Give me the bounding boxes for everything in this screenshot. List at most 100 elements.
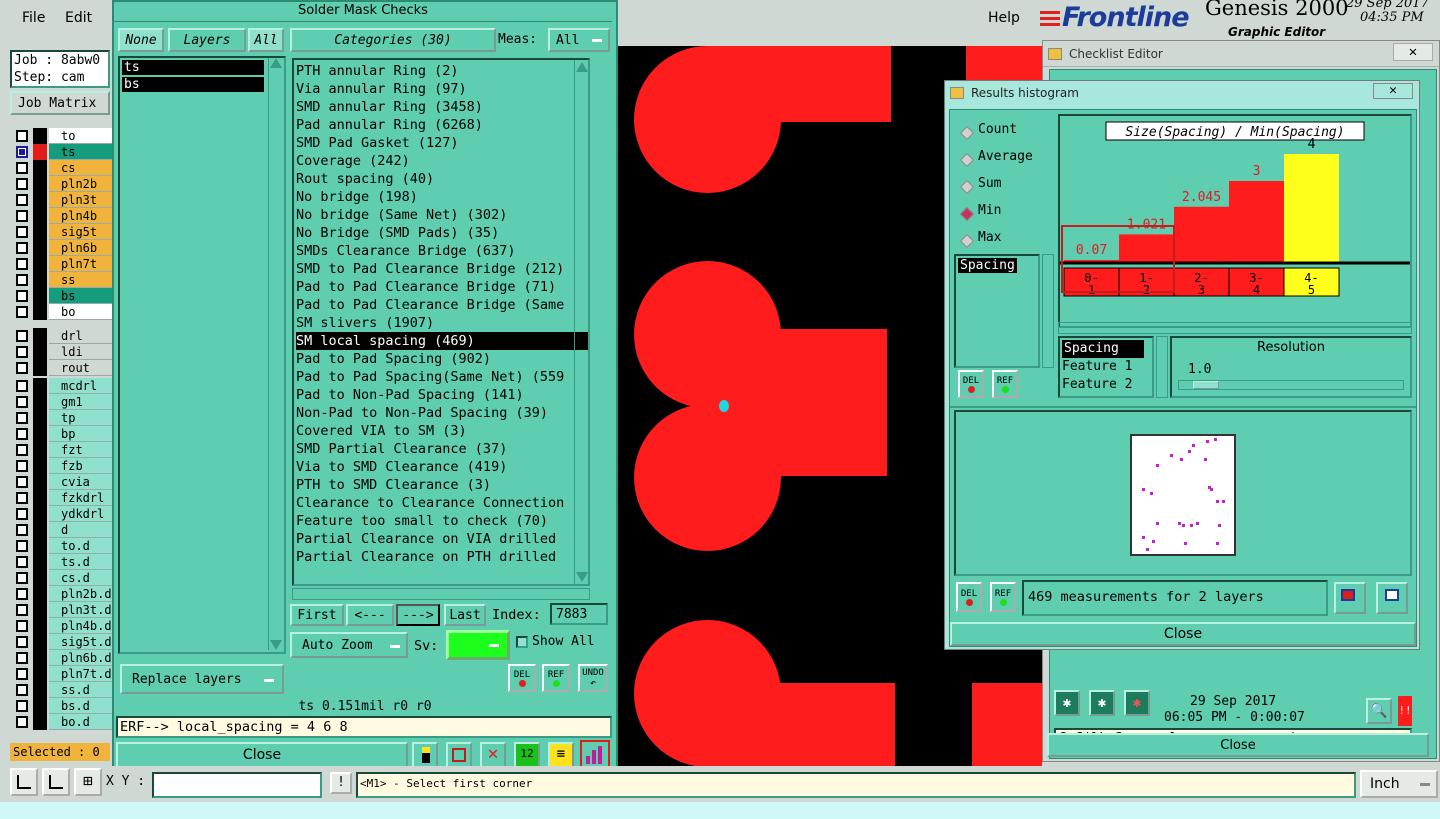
sm-layer-item[interactable]: ts [122, 60, 264, 75]
layer-name[interactable]: to.d [49, 538, 121, 554]
scrollbar[interactable] [268, 58, 282, 650]
layer-name[interactable]: gm1 [49, 394, 121, 410]
layer-name[interactable]: ss [49, 272, 121, 288]
category-item[interactable]: Partial Clearance on VIA drilled [296, 530, 556, 548]
close-icon[interactable]: ✕ [1373, 83, 1413, 99]
radio-average[interactable] [959, 152, 975, 168]
layer-row-pln2b[interactable]: pln2b [13, 176, 121, 192]
layers-button[interactable]: Layers [168, 28, 246, 52]
layer-name[interactable]: tp [49, 410, 121, 426]
layer-name[interactable]: cs.d [49, 570, 121, 586]
run-all-icon[interactable]: ✱ [1089, 690, 1115, 716]
layer-row-bs[interactable]: bs [13, 288, 121, 304]
scrollbar[interactable] [1042, 254, 1054, 368]
next-button[interactable]: ---> [396, 604, 440, 626]
layer-name[interactable]: bp [49, 426, 121, 442]
layer-checkbox[interactable] [16, 380, 28, 392]
layer-name[interactable]: bo [49, 304, 121, 320]
layer-checkbox[interactable] [16, 306, 28, 318]
layer-name[interactable]: sig5t [49, 224, 121, 240]
layer-checkbox[interactable] [16, 652, 28, 664]
layer-row-pln2b.d[interactable]: pln2b.d [13, 586, 121, 602]
layer-checkbox[interactable] [16, 716, 28, 728]
resolution-slider[interactable] [1178, 380, 1404, 390]
category-item[interactable]: SMD Partial Clearance (37) [296, 440, 507, 458]
category-item[interactable]: Pad to Pad Clearance Bridge (71) [296, 278, 556, 296]
radio-max[interactable] [959, 233, 975, 249]
layer-checkbox[interactable] [16, 460, 28, 472]
layer-name[interactable]: pln3t.d [49, 602, 121, 618]
layer-name[interactable]: ydkdrl [49, 506, 121, 522]
category-item[interactable]: Pad to Pad Spacing (902) [296, 350, 491, 368]
category-item[interactable]: Rout spacing (40) [296, 170, 434, 188]
category-item[interactable]: Feature too small to check (70) [296, 512, 548, 530]
layer-checkbox[interactable] [16, 146, 28, 158]
layer-name[interactable]: bs.d [49, 698, 121, 714]
layer-name[interactable]: ts.d [49, 554, 121, 570]
axis-list[interactable]: Spacing Feature 1 Feature 2 [1058, 336, 1154, 398]
layer-name[interactable]: mcdrl [49, 378, 121, 394]
layer-checkbox[interactable] [16, 620, 28, 632]
layer-row-ldi[interactable]: ldi [13, 344, 121, 360]
layer-row-pln6b.d[interactable]: pln6b.d [13, 650, 121, 666]
measure-tool-icon[interactable] [42, 768, 70, 796]
board-preview[interactable] [954, 410, 1412, 576]
layer-checkbox[interactable] [16, 508, 28, 520]
layer-row-d[interactable]: d [13, 522, 121, 538]
histogram-chart[interactable]: Size(Spacing) / Min(Spacing) 0.07 0- 1 1.021… [1058, 114, 1412, 328]
layer-row-sig5t.d[interactable]: sig5t.d [13, 634, 121, 650]
layer-checkbox[interactable] [16, 668, 28, 680]
layer-row-pln6b[interactable]: pln6b [13, 240, 121, 256]
clear-icon[interactable]: ✕ [480, 742, 506, 768]
layer-name[interactable]: pln7t.d [49, 666, 121, 682]
import-chart-icon[interactable] [1376, 582, 1408, 614]
layer-row-tp[interactable]: tp [13, 410, 121, 426]
layer-name[interactable]: ldi [49, 344, 121, 360]
axis-item[interactable]: Spacing [1062, 340, 1144, 358]
layer-checkbox[interactable] [16, 412, 28, 424]
layer-name[interactable]: pln2b [49, 176, 121, 192]
layer-row-bo[interactable]: bo [13, 304, 121, 320]
layer-checkbox[interactable] [16, 684, 28, 696]
report-icon[interactable] [412, 742, 438, 768]
category-item[interactable]: SM slivers (1907) [296, 314, 434, 332]
horizontal-scrollbar[interactable] [292, 588, 590, 600]
layer-checkbox[interactable] [16, 636, 28, 648]
category-item[interactable]: SMDs Clearance Bridge (637) [296, 242, 515, 260]
layer-name[interactable]: pln4b [49, 208, 121, 224]
auto-zoom-dropdown[interactable]: Auto Zoom [290, 632, 408, 658]
layer-row-to[interactable]: to [13, 128, 121, 144]
layer-row-cs.d[interactable]: cs.d [13, 570, 121, 586]
meas-dropdown[interactable]: All [548, 28, 610, 52]
layer-name[interactable]: fzkdrl [49, 490, 121, 506]
layer-row-ss[interactable]: ss [13, 272, 121, 288]
layer-name[interactable]: cvia [49, 474, 121, 490]
layer-checkbox[interactable] [16, 362, 28, 374]
export-chart-icon[interactable] [1334, 582, 1366, 614]
unit-dropdown[interactable]: Inch [1360, 770, 1438, 798]
grid-tool-icon[interactable]: ⊞ [74, 768, 102, 796]
layer-name[interactable]: pln4b.d [49, 618, 121, 634]
layer-checkbox[interactable] [16, 476, 28, 488]
layer-row-ts[interactable]: ts [13, 144, 121, 160]
info-icon[interactable]: ! [330, 772, 352, 794]
layer-name[interactable]: to [49, 128, 121, 144]
export-icon[interactable] [446, 742, 472, 768]
layer-name[interactable]: pln6b [49, 240, 121, 256]
layer-checkbox[interactable] [16, 274, 28, 286]
layer-name[interactable]: bs [49, 288, 121, 304]
layer-checkbox[interactable] [16, 556, 28, 568]
layer-name[interactable]: drl [49, 328, 121, 344]
category-item[interactable]: No bridge (198) [296, 188, 418, 206]
select-tool-icon[interactable] [10, 768, 38, 796]
layer-checkbox[interactable] [16, 258, 28, 270]
layer-row-gm1[interactable]: gm1 [13, 394, 121, 410]
menu-help[interactable]: Help [988, 10, 1020, 26]
all-button[interactable]: All [248, 28, 284, 52]
layer-name[interactable]: cs [49, 160, 121, 176]
radio-min[interactable] [959, 206, 975, 222]
layer-row-to.d[interactable]: to.d [13, 538, 121, 554]
layer-row-fzt[interactable]: fzt [13, 442, 121, 458]
horizontal-scrollbar[interactable] [1058, 322, 1412, 334]
layer-checkbox[interactable] [16, 540, 28, 552]
